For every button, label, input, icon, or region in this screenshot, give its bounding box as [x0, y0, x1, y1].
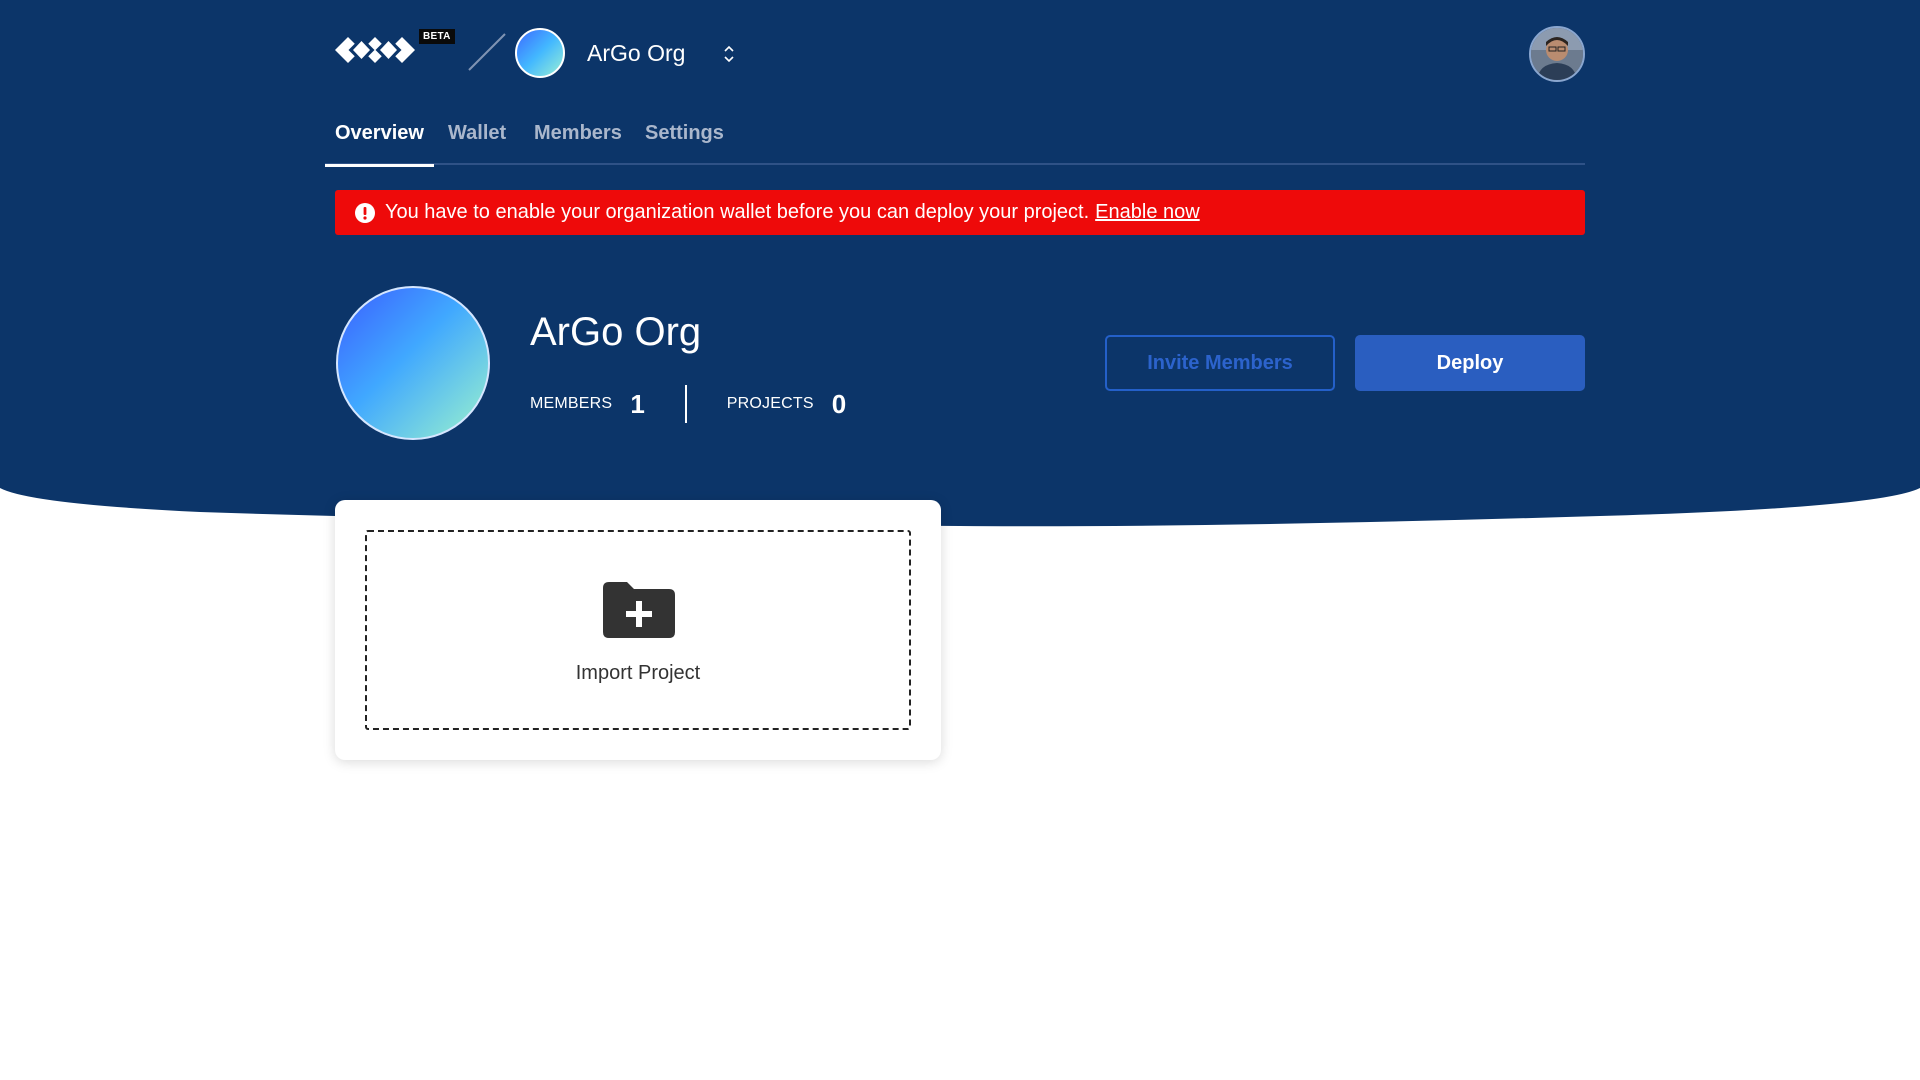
members-stat-value: 1	[630, 388, 645, 419]
tab-wallet[interactable]: Wallet	[438, 122, 516, 165]
members-stat-label: MEMBERS	[530, 395, 613, 412]
tab-members[interactable]: Members	[524, 122, 632, 165]
invite-members-button[interactable]: Invite Members	[1105, 335, 1335, 391]
org-switcher-avatar[interactable]	[515, 28, 565, 78]
folder-plus-icon	[603, 582, 675, 638]
user-avatar[interactable]	[1529, 26, 1585, 82]
projects-stat-label: PROJECTS	[726, 395, 814, 412]
tab-settings[interactable]: Settings	[635, 122, 734, 165]
argo-logo-icon[interactable]	[335, 28, 415, 72]
wallet-alert-banner: You have to enable your organization wal…	[335, 190, 1585, 235]
stats-divider	[684, 385, 687, 423]
chevron-up-down-icon[interactable]	[721, 42, 737, 66]
breadcrumb-separator-icon	[468, 33, 506, 71]
org-stats: MEMBERS 1 PROJECTS 0	[530, 384, 846, 424]
top-bar: BETA ArGo Org	[335, 22, 1585, 86]
enable-now-link[interactable]: Enable now	[1095, 201, 1200, 224]
org-switcher-name[interactable]: ArGo Org	[587, 40, 685, 67]
nav-tabs: Overview Wallet Members Settings	[325, 110, 1585, 167]
import-project-card: Import Project	[335, 500, 941, 760]
projects-stat-value: 0	[831, 388, 847, 419]
exclamation-circle-icon	[355, 202, 375, 223]
user-avatar-photo	[1531, 28, 1583, 80]
beta-badge: BETA	[419, 29, 455, 44]
deploy-button[interactable]: Deploy	[1355, 335, 1585, 391]
tab-overview[interactable]: Overview	[325, 122, 434, 167]
import-project-dropzone[interactable]: Import Project	[365, 530, 911, 730]
alert-message: You have to enable your organization wal…	[385, 201, 1090, 223]
import-project-label: Import Project	[575, 662, 701, 684]
org-avatar	[336, 286, 490, 440]
org-title: ArGo Org	[530, 310, 702, 354]
